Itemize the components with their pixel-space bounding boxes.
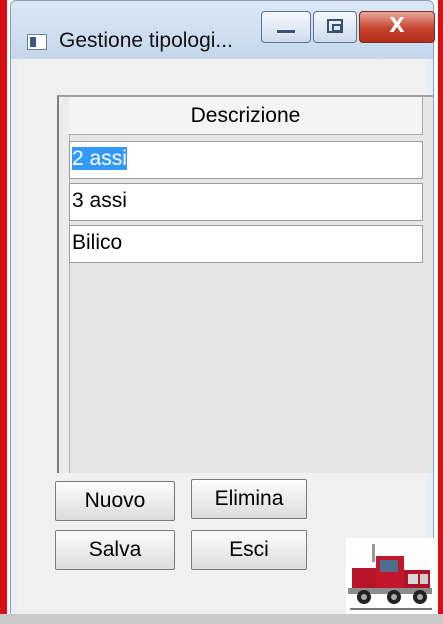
new-button[interactable]: Nuovo [55,481,175,521]
close-icon: X [389,13,405,37]
maximize-icon [327,19,343,33]
maximize-button[interactable] [313,11,357,43]
grid-cell-text: 3 assi [72,189,127,212]
grid-cell-text: 2 assi [72,147,127,170]
save-button[interactable]: Salva [55,530,175,570]
exit-button[interactable]: Esci [191,530,307,570]
column-header-descrizione[interactable]: Descrizione [69,97,423,135]
grid-cell-text: Bilico [72,231,123,254]
truck-logo [346,538,436,614]
delete-button[interactable]: Elimina [191,479,307,519]
minimize-icon [276,29,296,34]
data-grid[interactable]: Descrizione 2 assi 3 assi Bilico [57,95,433,473]
grid-cell[interactable]: 2 assi [69,141,423,179]
title-bar[interactable]: Gestione tipologi... X [11,1,435,59]
minimize-button[interactable] [261,11,311,43]
close-button[interactable]: X [359,11,435,43]
grid-cell[interactable]: Bilico [69,225,423,263]
dialog-window: Gestione tipologi... X Descrizione 2 ass… [10,0,435,616]
grid-cell[interactable]: 3 assi [69,183,423,221]
window-bottom-edge [0,614,443,624]
client-area: Descrizione 2 assi 3 assi Bilico Nuovo E… [17,59,433,613]
app-icon[interactable] [27,34,47,50]
window-title: Gestione tipologi... [59,29,233,52]
